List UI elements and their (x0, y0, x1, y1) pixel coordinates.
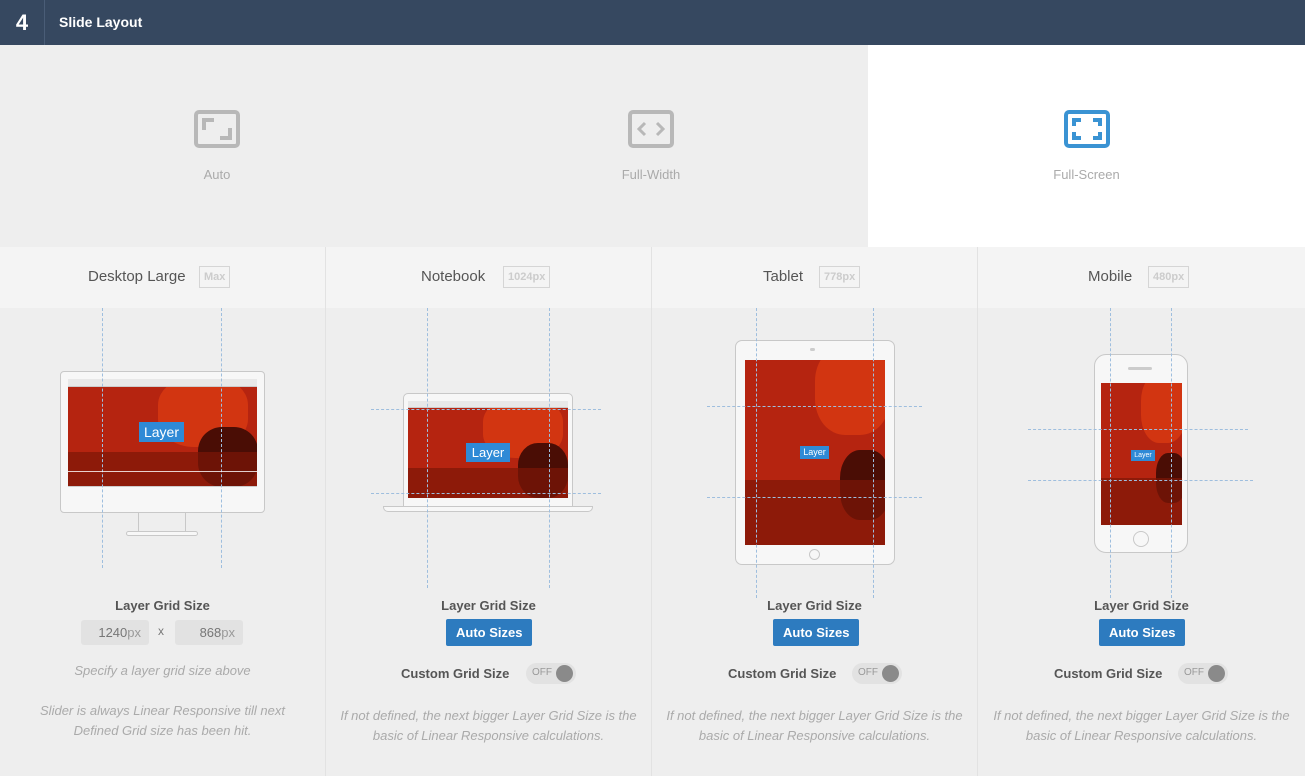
monitor-neck (138, 513, 186, 533)
toggle-state: OFF (858, 667, 878, 678)
layer-grid-size-label: Layer Grid Size (767, 598, 862, 613)
device-name: Tablet (763, 268, 804, 285)
auto-sizes-button[interactable]: Auto Sizes (773, 619, 860, 646)
toggle-knob (1208, 665, 1225, 682)
tablet-camera (810, 348, 815, 351)
responsive-hint: Slider is always Linear Responsive till … (40, 703, 285, 738)
auto-sizes-button[interactable]: Auto Sizes (446, 619, 533, 646)
layout-options: Auto Full-Width Full-Screen (0, 45, 1305, 247)
layer-tag: Layer (139, 422, 184, 442)
toggle-knob (882, 665, 899, 682)
step-number: 4 (0, 0, 45, 45)
size-separator: x (158, 624, 164, 638)
grid-height-unit: px (221, 625, 235, 640)
phone-speaker (1128, 367, 1152, 370)
auto-layout-icon (194, 110, 240, 148)
browser-bar (408, 401, 568, 408)
grid-width-value: 1240 (98, 625, 128, 640)
responsive-hint: If not defined, the next bigger Layer Gr… (666, 708, 963, 743)
layout-option-fullwidth[interactable]: Full-Width (434, 45, 868, 247)
layer-tag: Layer (1131, 450, 1155, 461)
device-name: Mobile (1088, 268, 1133, 285)
custom-grid-size-label: Custom Grid Size (1054, 666, 1163, 681)
responsive-hint: If not defined, the next bigger Layer Gr… (340, 708, 637, 743)
layout-label-fullscreen: Full-Screen (1053, 167, 1120, 182)
layout-label-auto: Auto (203, 167, 231, 182)
layout-option-fullscreen[interactable]: Full-Screen (868, 45, 1305, 247)
grid-height-input[interactable]: 868 px (175, 620, 243, 645)
custom-grid-size-toggle[interactable]: OFF (526, 663, 576, 684)
layout-option-auto[interactable]: Auto (0, 45, 434, 247)
device-header: Desktop Large Max (0, 247, 325, 308)
device-header: Tablet 778px (652, 247, 977, 308)
home-button-icon (809, 549, 820, 560)
custom-grid-size-toggle[interactable]: OFF (852, 663, 902, 684)
auto-sizes-button[interactable]: Auto Sizes (1099, 619, 1186, 646)
responsive-hint: If not defined, the next bigger Layer Gr… (993, 708, 1290, 743)
device-name: Notebook (421, 268, 486, 285)
layout-label-fullwidth: Full-Width (621, 167, 681, 182)
device-width-badge: 1024px (503, 266, 551, 288)
device-column-mobile: Mobile 480px Layer Layer Grid Size Auto … (978, 247, 1305, 776)
device-column-tablet: Tablet 778px Layer Layer Grid Size Auto … (652, 247, 978, 776)
device-header: Notebook 1024px (326, 247, 651, 308)
monitor-stand (126, 531, 198, 536)
screen-bottom (68, 486, 257, 496)
custom-grid-size-toggle[interactable]: OFF (1178, 663, 1228, 684)
layer-grid-size-label: Layer Grid Size (441, 598, 536, 613)
grid-height-value: 868 (199, 625, 222, 640)
toggle-state: OFF (1184, 667, 1204, 678)
toggle-knob (556, 665, 573, 682)
grid-width-unit: px (127, 625, 141, 640)
custom-grid-size-label: Custom Grid Size (401, 666, 510, 681)
fullwidth-layout-icon (628, 110, 674, 148)
device-width-badge: Max (199, 266, 231, 288)
toggle-state: OFF (532, 667, 552, 678)
layer-tag: Layer (466, 443, 510, 462)
device-header: Mobile 480px (978, 247, 1305, 308)
layer-grid-size-label: Layer Grid Size (1094, 598, 1189, 613)
home-button-icon (1133, 531, 1149, 547)
fullscreen-layout-icon (1063, 110, 1110, 148)
browser-bar (68, 379, 257, 387)
section-title: Slide Layout (59, 14, 143, 30)
section-header: 4 Slide Layout (0, 0, 1305, 45)
device-column-notebook: Notebook 1024px Layer Layer Grid Size Au… (326, 247, 652, 776)
device-name: Desktop Large (88, 268, 186, 285)
grid-width-input[interactable]: 1240 px (81, 620, 149, 645)
grid-size-hint: Specify a layer grid size above (74, 663, 251, 678)
layer-grid-size-label: Layer Grid Size (115, 598, 210, 613)
device-column-desktop-large: Desktop Large Max Layer Layer Grid Size … (0, 247, 326, 776)
layer-tag: Layer (800, 446, 829, 459)
device-width-badge: 480px (1148, 266, 1190, 288)
custom-grid-size-label: Custom Grid Size (728, 666, 837, 681)
notebook-base (383, 506, 593, 512)
device-width-badge: 778px (819, 266, 861, 288)
